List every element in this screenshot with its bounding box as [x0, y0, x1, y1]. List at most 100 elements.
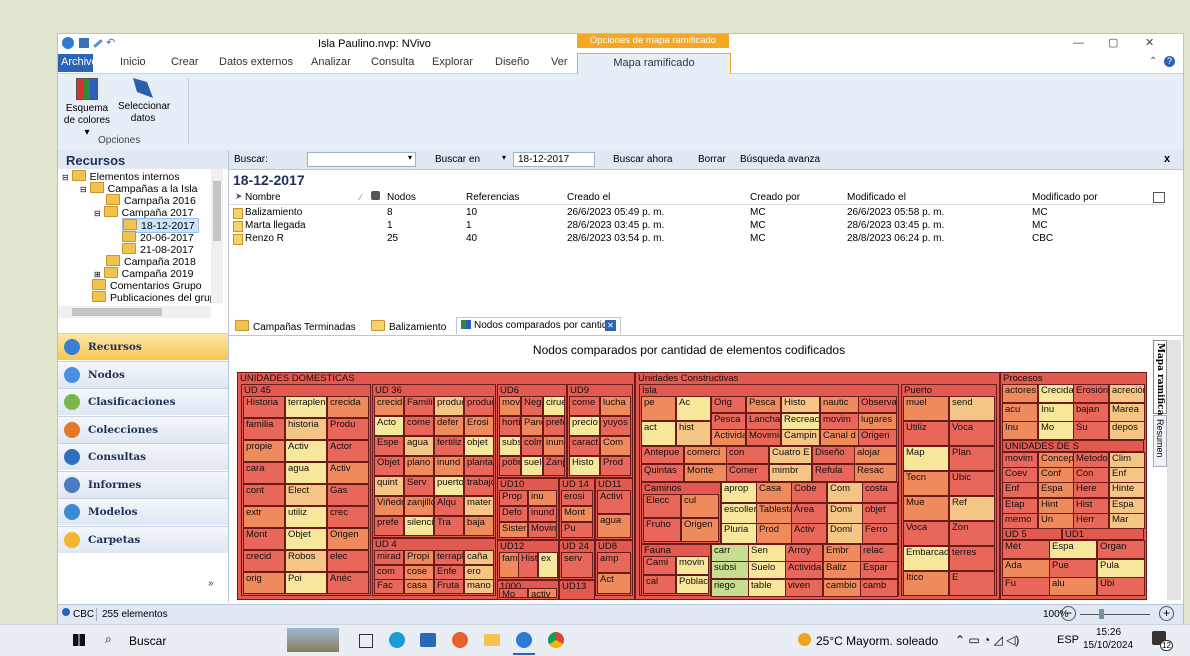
treemap-node[interactable]: prefe	[543, 416, 565, 436]
treemap-node[interactable]: Ref	[949, 496, 995, 521]
zoom-slider-thumb[interactable]	[1099, 609, 1104, 619]
treemap-node[interactable]: objet	[464, 436, 494, 456]
treemap-node[interactable]: Prop	[499, 490, 528, 506]
treemap-node[interactable]: activ	[528, 588, 557, 598]
treemap-node[interactable]: depos	[1109, 421, 1145, 440]
treemap-node[interactable]: cul	[681, 494, 719, 518]
treemap-node[interactable]: pobre	[499, 456, 521, 476]
table-row[interactable]: Balizamiento 8 10 26/6/2023 05:49 p. m. MC 26…	[229, 206, 1165, 219]
tab-campanas-terminadas[interactable]: Campañas Terminadas	[235, 320, 356, 333]
treemap-node[interactable]: Fu	[1002, 577, 1050, 596]
treemap-node[interactable]: Coev	[1002, 467, 1038, 483]
treemap-node[interactable]: Mont	[243, 528, 285, 550]
help-icon[interactable]: ?	[1164, 56, 1175, 67]
treemap-node[interactable]: Activida	[785, 561, 823, 579]
table-row[interactable]: Renzo R 25 40 28/6/2023 03:54 p. m. MC 28/8/2…	[229, 232, 1165, 245]
tab-archivo[interactable]: Archivo	[58, 54, 98, 72]
treemap-node[interactable]: actores	[1002, 384, 1038, 403]
task-view-icon[interactable]	[359, 634, 373, 648]
treemap-node[interactable]: Crecidas	[1038, 384, 1074, 403]
treemap-node[interactable]: fami	[499, 552, 519, 578]
treemap-node[interactable]: orig	[243, 572, 285, 594]
search-input[interactable]: ▾	[307, 152, 416, 167]
treemap-node[interactable]: inund	[434, 456, 464, 476]
zoom-in-button[interactable]: +	[1159, 606, 1174, 621]
treemap-node[interactable]: caract	[569, 436, 600, 456]
treemap-node[interactable]: cara	[243, 462, 285, 484]
treemap-node[interactable]: Hint	[1038, 498, 1074, 514]
treemap-node[interactable]: Sister	[499, 522, 528, 538]
treemap-node[interactable]: aprop	[721, 482, 757, 503]
treemap-node[interactable]: Antepue	[641, 446, 684, 464]
tab-diseno[interactable]: Diseño	[495, 56, 529, 68]
treemap-node[interactable]: subsi	[711, 561, 749, 579]
treemap-node[interactable]: hist	[676, 421, 711, 446]
treemap-node[interactable]: mimbr	[769, 464, 812, 482]
treemap-node[interactable]: Sen	[748, 544, 786, 562]
treemap-node[interactable]: Pue	[1049, 559, 1097, 578]
windows-start-icon[interactable]	[73, 634, 85, 646]
treemap-node[interactable]: quint	[374, 476, 404, 496]
treemap-node[interactable]: carr	[711, 544, 749, 562]
dropdown-arrow-icon[interactable]: ▾	[408, 153, 412, 162]
column-referencias[interactable]: Referencias	[466, 192, 519, 203]
treemap-node[interactable]: Alqu	[434, 496, 464, 516]
treemap-node[interactable]: come	[404, 416, 434, 436]
treemap-node[interactable]: Pesca	[711, 413, 746, 430]
treemap-node[interactable]: Map	[903, 446, 949, 471]
treemap-node[interactable]: agua	[597, 514, 631, 538]
treemap-node[interactable]: Etap	[1002, 498, 1038, 514]
quick-access-toolbar[interactable]: ↶	[62, 37, 122, 51]
treemap-node[interactable]: Embarcaderos de	[903, 546, 949, 571]
column-chooser-icon[interactable]	[1153, 192, 1165, 203]
clear-button[interactable]: Borrar	[698, 154, 726, 165]
treemap-node[interactable]: plano	[404, 456, 434, 476]
tab-nodos-comparados[interactable]: Nodos comparados por cantida ✕	[456, 317, 621, 334]
column-creado-el[interactable]: Creado el	[567, 192, 610, 203]
treemap-node[interactable]: Ubic	[949, 471, 995, 496]
treemap-node[interactable]: send	[949, 396, 995, 421]
treemap-node[interactable]: ero	[464, 565, 494, 580]
collapse-ribbon-icon[interactable]: ⌃	[1149, 56, 1157, 67]
select-data-button[interactable]: Seleccionar datos	[118, 76, 170, 128]
treemap-node[interactable]: Serv	[404, 476, 434, 496]
column-nodos[interactable]: Nodos	[387, 192, 416, 203]
treemap-node[interactable]: Fruta	[434, 579, 464, 594]
treemap-node[interactable]: propie	[243, 440, 285, 462]
treemap-scrollbar[interactable]	[1167, 340, 1181, 600]
treemap-node[interactable]: terres	[949, 546, 995, 571]
treemap-group[interactable]: UD 5	[1002, 528, 1062, 540]
treemap-node[interactable]: Histo	[518, 552, 538, 578]
treemap-node[interactable]: Activida	[711, 429, 746, 446]
treemap-node[interactable]: Pula	[1097, 559, 1145, 578]
treemap-node[interactable]: Acto	[374, 416, 404, 436]
treemap-node[interactable]: Elecc	[643, 494, 681, 518]
treemap-node[interactable]: Inu	[1038, 403, 1074, 422]
treemap-node[interactable]: Voca	[903, 521, 949, 546]
treemap-node[interactable]: Herr	[1073, 513, 1109, 529]
treemap-node[interactable]: mano	[464, 579, 494, 594]
tray-icons[interactable]: ⌃ ▭ ◔ ◿ ◁)	[955, 633, 1019, 647]
treemap-node[interactable]: cambio	[823, 579, 861, 597]
treemap-node[interactable]: Fac	[374, 579, 404, 594]
nav-button-colecciones[interactable]: Colecciones	[58, 415, 228, 443]
treemap-node[interactable]: Marea	[1109, 403, 1145, 422]
treemap-node[interactable]: Origen	[327, 528, 369, 550]
treemap-node[interactable]: Enf	[1109, 467, 1145, 483]
treemap-node[interactable]: Activ	[285, 440, 327, 462]
treemap-node[interactable]: planta	[464, 456, 494, 476]
treemap-node[interactable]: Metodologías	[1073, 452, 1109, 468]
nav-button-modelos[interactable]: Modelos	[58, 498, 228, 525]
treemap-node[interactable]: Activ	[791, 523, 827, 544]
taskbar-search[interactable]: ⌕ Buscar	[103, 631, 253, 649]
treemap-node[interactable]: lugares	[858, 413, 897, 430]
treemap-node[interactable]: Suelo	[748, 561, 786, 579]
treemap-node[interactable]: alojar	[854, 446, 897, 464]
treemap-node[interactable]: Clim	[1109, 452, 1145, 468]
search-now-button[interactable]: Buscar ahora	[613, 154, 672, 165]
search-in-label[interactable]: Buscar en	[435, 154, 480, 165]
treemap-node[interactable]: Ubi	[1097, 577, 1145, 596]
treemap-node[interactable]: Casa	[756, 482, 792, 503]
search-in-arrow-icon[interactable]: ▾	[502, 153, 506, 162]
zoom-slider[interactable]	[1080, 614, 1150, 615]
